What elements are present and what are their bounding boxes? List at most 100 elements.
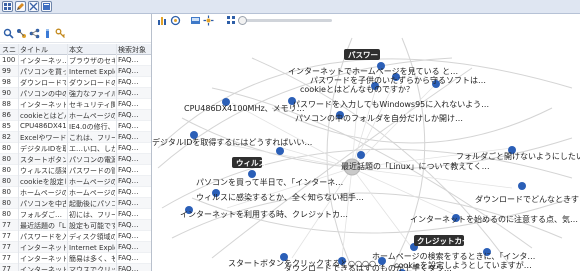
zoom-slider-thumb[interactable] — [238, 16, 247, 25]
table-cell: FAQ… — [118, 89, 139, 97]
network-graph[interactable]: パスワード ウィルス クレジットカード インターネットでホームページを見ている … — [152, 28, 580, 271]
table-cell: ダウンロードで… — [20, 79, 66, 87]
tag-password[interactable]: パスワード — [344, 49, 386, 60]
table-cell: デジタルIDを取… — [20, 145, 66, 153]
table-header: スニ タイトル 本文 検索対象 — [0, 44, 151, 55]
chart-icon[interactable] — [157, 15, 168, 26]
table-row[interactable]: 82 Excelやワード…これは、フリーウ…FAQ… — [0, 132, 151, 143]
table-cell: FAQ… — [118, 188, 139, 196]
tag-credit-card[interactable]: クレジットカード — [414, 235, 477, 246]
network-icon[interactable] — [29, 28, 40, 39]
main-toolbar — [0, 0, 580, 14]
table-row[interactable]: 80 フォルダご… 初には、フリーウ…FAQ… — [0, 209, 151, 220]
table-row[interactable]: 80 パソコンを中古…起動後にパソコン…FAQ… — [0, 198, 151, 209]
table-row[interactable]: 90 パソコンの中の…強力なファイル暗…FAQ… — [0, 88, 151, 99]
table-cell: ホームページの訪… — [69, 112, 115, 120]
search-icon[interactable] — [3, 28, 14, 39]
table-row[interactable]: 77 パスワードを入…ディスク領域の確…FAQ… — [0, 231, 151, 242]
node-label: パスワードを入力してもWindows95に入れないよう… — [292, 99, 489, 109]
table-cell: 77 — [2, 243, 11, 251]
table-cell: インターネット… — [20, 255, 66, 263]
graph-icon[interactable] — [16, 28, 27, 39]
grid-view-icon[interactable] — [2, 1, 13, 12]
column-divider[interactable] — [116, 44, 117, 271]
node-labels: インターネットでホームページを見ている と… パスワードを子供のいたずらから守る… — [152, 67, 580, 271]
table-cell: 90 — [2, 89, 11, 97]
table-row[interactable]: 80 ウィルスに感染…パスワードの管理…FAQ… — [0, 165, 151, 176]
table-cell: cookieを設定し… — [20, 178, 66, 186]
table-cell: 簡易は多く、もし… — [69, 255, 115, 263]
table-cell: 起動後にパソコン… — [69, 200, 115, 208]
column-header[interactable]: タイトル — [20, 45, 66, 55]
table-row[interactable]: 85 CPU486DX4100…IE4.0の修行、いろ…FAQ… — [0, 121, 151, 132]
table-cell: Excelやワード… — [20, 134, 66, 142]
table-cell: FAQ… — [118, 177, 139, 185]
graph-node — [248, 170, 256, 178]
node-label: CPU486DX4100MHz、メモリ… — [184, 104, 305, 113]
table-row[interactable]: 100 インターネッ…ブラウザのセキュ…FAQ… — [0, 55, 151, 66]
table-cell: FAQ… — [118, 56, 139, 64]
table-cell: 77 — [2, 254, 11, 262]
image-icon[interactable] — [190, 15, 201, 26]
table-row[interactable]: 99 パソコンを買っ…Internet Explorer（IE…FAQ… — [0, 66, 151, 77]
graph-pane: パスワード ウィルス クレジットカード インターネットでホームページを見ている … — [152, 14, 580, 271]
table-row[interactable]: 86 cookieとはどん…ホームページの訪…FAQ… — [0, 110, 151, 121]
layout-icon[interactable] — [170, 15, 181, 26]
table-cell: 99 — [2, 67, 11, 75]
node-label: cookieとはどんなものですか？ — [300, 85, 414, 94]
table-row[interactable]: 88 インターネット…セキュリティ関連…FAQ… — [0, 99, 151, 110]
column-divider[interactable] — [67, 44, 68, 271]
table-row[interactable]: 80 スタートボタン…パソコンの電源を…FAQ… — [0, 154, 151, 165]
table-cell: インターネット… — [20, 101, 66, 109]
node-label: インターネットを始めるのに注意する点、気… — [410, 214, 578, 224]
zoom-slider-track[interactable] — [242, 19, 332, 22]
info-icon[interactable] — [42, 28, 53, 39]
table-cell: マウスでクリック… — [69, 266, 115, 271]
graph-toolbar — [152, 14, 580, 28]
table-cell: FAQ… — [118, 210, 139, 218]
faq-table: スニ タイトル 本文 検索対象 100インターネッ…ブラウザのセキュ…FAQ…9… — [0, 44, 151, 271]
column-divider[interactable] — [18, 44, 19, 271]
table-row[interactable]: 77 インターネット…簡易は多く、もし…FAQ… — [0, 253, 151, 264]
table-cell: 初には、フリーウ… — [69, 211, 115, 219]
table-cell: 77 — [2, 232, 11, 240]
zoom-icon[interactable] — [226, 15, 237, 26]
column-header[interactable]: 本文 — [69, 45, 115, 55]
table-cell: 80 — [2, 210, 11, 218]
column-header[interactable]: スニ — [2, 45, 18, 55]
graph-node — [357, 151, 365, 159]
table-cell: インターネット… — [20, 266, 66, 271]
table-cell: 77 — [2, 221, 11, 229]
node-label: パスワードを子供のいたずらから守るソフトは… — [310, 75, 486, 85]
table-cell: 82 — [2, 133, 11, 141]
table-cell: スタートボタン… — [20, 156, 66, 164]
book-icon[interactable] — [41, 1, 52, 12]
table-row[interactable]: 77 インターネット…マウスでクリック…FAQ… — [0, 264, 151, 271]
table-cell: パスワードの管理… — [69, 167, 115, 175]
cut-icon[interactable] — [28, 1, 39, 12]
edit-icon[interactable] — [15, 1, 26, 12]
table-cell: FAQ… — [118, 133, 139, 141]
table-row[interactable]: 77 インターネット…Internet Explorer（I…FAQ… — [0, 242, 151, 253]
key-icon[interactable] — [55, 28, 66, 39]
node-label: パソコンの中のフォルダを自分だけしか開け… — [295, 113, 463, 123]
table-cell: FAQ… — [118, 122, 139, 130]
table-row[interactable]: 80 cookieを設定し…ホームページのお…FAQ… — [0, 176, 151, 187]
tag-password-label: パスワード — [348, 50, 386, 60]
table-cell: 設定も可能です。… — [69, 222, 115, 230]
table-cell: 80 — [2, 155, 11, 163]
column-header[interactable]: 検索対象 — [118, 45, 151, 55]
table-row[interactable]: 77 最近話題の「Lin…設定も可能です。…FAQ… — [0, 220, 151, 231]
table-cell: FAQ… — [118, 111, 139, 119]
node-label: ウィルスに感染するとか、全く知らない相手… — [196, 192, 364, 202]
table-row[interactable]: 80 デジタルIDを取…エ…い口、しかし…FAQ… — [0, 143, 151, 154]
cluster-icon[interactable] — [203, 15, 214, 26]
table-cell: CPU486DX4100… — [20, 122, 66, 130]
table-row[interactable]: 80 ホームページの…ホームページの検…FAQ… — [0, 187, 151, 198]
tag-virus[interactable]: ウィルス — [232, 157, 266, 168]
node-label: インターネットでホームページを見ている と… — [288, 67, 458, 76]
table-row[interactable]: 98 ダウンロードで…ダウンロードの際…FAQ… — [0, 77, 151, 88]
table-cell: ブラウザのセキュ… — [69, 57, 115, 65]
table-cell: 80 — [2, 199, 11, 207]
table-cell: エ…い口、しかし… — [69, 145, 115, 153]
